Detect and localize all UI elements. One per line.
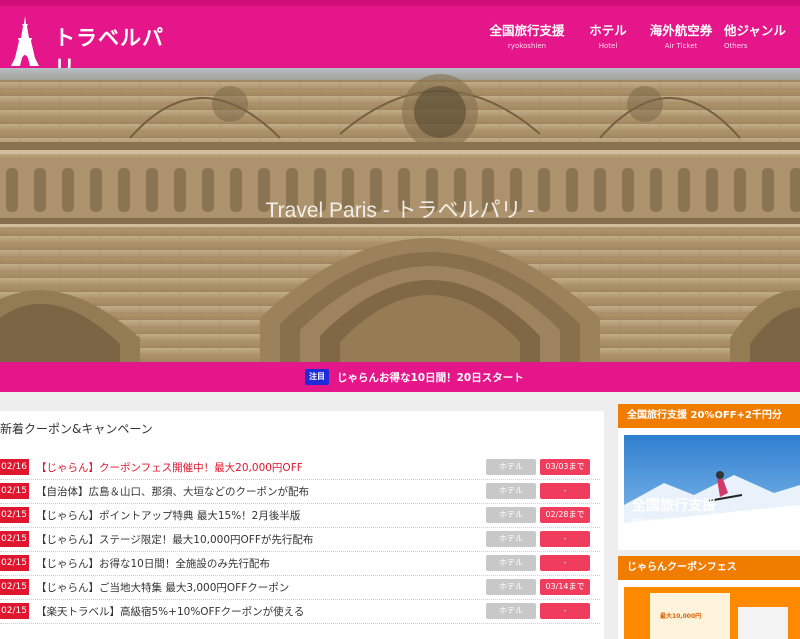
list-item: 02/15 【自治体】広島＆山口、那須、大垣などのクーポンが配布 ホテル - [0, 480, 600, 504]
until-badge: - [540, 531, 590, 547]
nav-sublabel: ryokoshien [507, 42, 547, 50]
list-item: 02/15 【じゃらん】ご当地大特集 最大3,000円OFFクーポン ホテル 0… [0, 576, 600, 600]
date-badge: 02/15 [0, 483, 29, 499]
coupon-link[interactable]: 【じゃらん】ご当地大特集 最大3,000円OFFクーポン [36, 580, 289, 595]
coupon-link[interactable]: 【じゃらん】お得な10日間！全施設のみ先行配布 [36, 556, 270, 571]
nav-item-hotel[interactable]: ホテル Hotel [568, 20, 648, 50]
site-header: トラベルパリ 全国旅行支援 ryokoshien ホテル Hotel 海外航空券… [0, 0, 800, 88]
list-item: 02/15 【じゃらん】ステージ限定！最大10,000円OFFが先行配布 ホテル… [0, 528, 600, 552]
sidebar-heading: 全国旅行支援 20%OFF+2千円分 [618, 404, 800, 428]
coupon-card-image: 最大10,000円 [650, 593, 730, 639]
nav-label: 他ジャンル [724, 23, 786, 38]
list-item: 02/15 【じゃらん】ポイントアップ特典 最大15%！2月後半版 ホテル 02… [0, 504, 600, 528]
coupon-panel: 新着クーポン&キャンペーン 02/16 【じゃらん】クーポンフェス開催中！最大2… [0, 411, 604, 639]
price-text: 最大10,000円 [660, 613, 702, 620]
hero-title: Travel Paris - トラベルパリ - [265, 199, 535, 222]
date-badge: 02/15 [0, 603, 29, 619]
nav-label: 海外航空券 [649, 23, 713, 38]
category-button[interactable]: ホテル [486, 531, 536, 547]
hero-banner[interactable]: Travel Paris - トラベルパリ - [0, 68, 800, 362]
nav-sublabel: Air Ticket [664, 42, 698, 50]
date-badge: 02/15 [0, 507, 29, 523]
until-badge: 02/28まで [540, 507, 590, 523]
coupon-link[interactable]: 【楽天トラベル】高級宿5%+10%OFFクーポンが使える [36, 604, 304, 619]
jalan-fes-banner[interactable]: 最大10,000円 [624, 587, 800, 639]
main-nav: 全国旅行支援 ryokoshien ホテル Hotel 海外航空券 Air Ti… [486, 20, 800, 50]
nav-label: 全国旅行支援 [489, 23, 565, 38]
sidebar-widget-jalan-fes: じゃらんクーポンフェス 最大10,000円 [618, 556, 800, 639]
category-button[interactable]: ホテル [486, 483, 536, 499]
banner-subtitle: 開始スケジュール 2023年 [632, 518, 715, 526]
section-title: 新着クーポン&キャンペーン [0, 422, 153, 436]
nav-sublabel: Hotel [598, 42, 618, 50]
coupon-link[interactable]: 【じゃらん】クーポンフェス開催中！最大20,000円OFF [36, 460, 303, 475]
until-badge: - [540, 483, 590, 499]
coupon-list: 02/16 【じゃらん】クーポンフェス開催中！最大20,000円OFF ホテル … [0, 456, 600, 624]
coupon-link[interactable]: 【自治体】広島＆山口、那須、大垣などのクーポンが配布 [36, 484, 309, 499]
nav-item-air-ticket[interactable]: 海外航空券 Air Ticket [648, 20, 714, 50]
sidebar-heading: じゃらんクーポンフェス [618, 556, 800, 580]
banner-title: 全国旅行支援 [632, 498, 716, 514]
until-badge: - [540, 555, 590, 571]
list-item: 02/16 【じゃらん】クーポンフェス開催中！最大20,000円OFF ホテル … [0, 456, 600, 480]
category-button[interactable]: ホテル [486, 555, 536, 571]
until-badge: - [540, 603, 590, 619]
nav-sublabel: Others [724, 42, 748, 50]
nav-label: ホテル [589, 23, 627, 38]
notice-bar: 注目 じゃらんお得な10日間！20日スタート [0, 362, 800, 392]
date-badge: 02/16 [0, 459, 29, 475]
nav-item-ryokoshien[interactable]: 全国旅行支援 ryokoshien [486, 20, 568, 50]
date-badge: 02/15 [0, 555, 29, 571]
coupon-link[interactable]: 【じゃらん】ステージ限定！最大10,000円OFFが先行配布 [36, 532, 313, 547]
nav-item-others[interactable]: 他ジャンル Others [724, 20, 800, 50]
category-button[interactable]: ホテル [486, 507, 536, 523]
category-button[interactable]: ホテル [486, 459, 536, 475]
until-badge: 03/03まで [540, 459, 590, 475]
sidebar-widget-ryokoshien: 全国旅行支援 20%OFF+2千円分 全国旅行支援 開始スケジュール 2023年 [618, 404, 800, 550]
list-item: 02/15 【楽天トラベル】高級宿5%+10%OFFクーポンが使える ホテル - [0, 600, 600, 624]
coupon-card-image [738, 607, 788, 639]
coupon-link[interactable]: 【じゃらん】ポイントアップ特典 最大15%！2月後半版 [36, 508, 300, 523]
ryokoshien-banner[interactable]: 全国旅行支援 開始スケジュール 2023年 [624, 435, 800, 543]
category-button[interactable]: ホテル [486, 579, 536, 595]
date-badge: 02/15 [0, 531, 29, 547]
notice-badge: 注目 [305, 369, 329, 385]
category-button[interactable]: ホテル [486, 603, 536, 619]
notice-link[interactable]: じゃらんお得な10日間！20日スタート [337, 370, 524, 385]
date-badge: 02/15 [0, 579, 29, 595]
until-badge: 03/14まで [540, 579, 590, 595]
list-item: 02/15 【じゃらん】お得な10日間！全施設のみ先行配布 ホテル - [0, 552, 600, 576]
eiffel-tower-icon[interactable] [10, 14, 40, 66]
